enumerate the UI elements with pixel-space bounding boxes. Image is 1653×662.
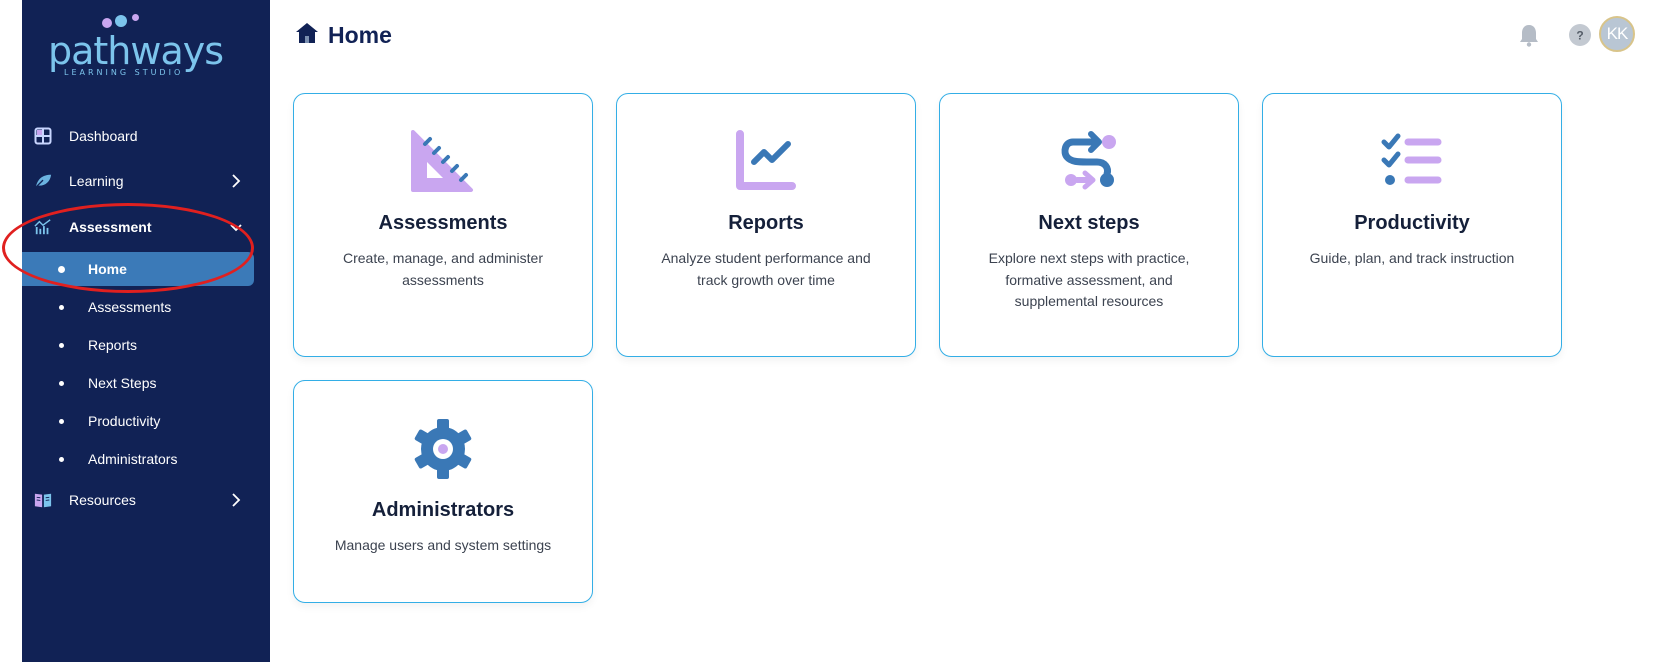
sidebar: pathways LEARNING STUDIO Dashboard Learn… — [22, 0, 270, 662]
logo-wordmark: pathways — [48, 29, 224, 73]
bullet-icon — [58, 265, 65, 273]
chart-icon — [34, 218, 52, 236]
sidebar-subitem-productivity[interactable]: Productivity — [22, 405, 270, 437]
bullet-icon — [59, 380, 64, 386]
sidebar-subitem-administrators[interactable]: Administrators — [22, 443, 270, 475]
notification-bell-icon[interactable] — [1517, 22, 1541, 48]
sidebar-item-dashboard[interactable]: Dashboard — [22, 119, 270, 153]
line-chart-icon — [734, 130, 798, 194]
header-actions: ? KK — [1413, 16, 1653, 56]
sidebar-subitem-label: Home — [88, 261, 127, 277]
route-icon — [1057, 130, 1121, 194]
help-icon[interactable]: ? — [1568, 23, 1592, 47]
sidebar-item-learning[interactable]: Learning — [22, 164, 270, 198]
logo-dot — [102, 18, 112, 28]
bullet-icon — [59, 342, 64, 348]
card-description: Create, manage, and administer assessmen… — [343, 250, 543, 288]
sidebar-subitem-label: Assessments — [88, 299, 172, 315]
gear-icon — [411, 417, 475, 481]
card-title: Assessments — [378, 212, 508, 234]
sidebar-item-label: Resources — [69, 492, 136, 508]
sidebar-subitem-home[interactable]: Home — [22, 252, 254, 286]
sidebar-subitem-label: Productivity — [88, 413, 161, 429]
sidebar-subitem-next-steps[interactable]: Next Steps — [22, 367, 270, 399]
card-administrators[interactable]: Administrators Manage users and system s… — [293, 380, 593, 603]
user-avatar[interactable]: KK — [1599, 16, 1635, 52]
card-title: Reports — [728, 212, 804, 234]
card-title: Next steps — [1038, 212, 1140, 234]
card-reports[interactable]: Reports Analyze student performance and … — [616, 93, 916, 357]
chevron-right-icon — [228, 173, 244, 189]
checklist-icon — [1380, 130, 1444, 194]
card-productivity[interactable]: Productivity Guide, plan, and track inst… — [1262, 93, 1562, 357]
sidebar-item-resources[interactable]: Resources — [22, 483, 270, 517]
card-assessments[interactable]: Assessments Create, manage, and administ… — [293, 93, 593, 357]
card-description: Manage users and system settings — [334, 537, 552, 553]
ruler-triangle-icon — [411, 130, 475, 194]
page-header: Home — [294, 18, 392, 52]
sidebar-subitem-reports[interactable]: Reports — [22, 329, 270, 361]
card-next-steps[interactable]: Next steps Explore next steps with pract… — [939, 93, 1239, 357]
sidebar-subitem-assessments[interactable]: Assessments — [22, 291, 270, 323]
logo-dot — [132, 14, 139, 21]
bullet-icon — [59, 456, 64, 462]
book-icon — [34, 491, 52, 509]
sidebar-item-label: Learning — [69, 173, 124, 189]
logo-dot — [115, 15, 127, 27]
bullet-icon — [59, 418, 64, 424]
bullet-icon — [59, 304, 64, 310]
sidebar-item-label: Assessment — [69, 219, 152, 235]
sidebar-subitem-label: Next Steps — [88, 375, 157, 391]
chevron-right-icon — [228, 492, 244, 508]
leaf-icon — [34, 172, 52, 190]
sidebar-item-label: Dashboard — [69, 128, 138, 144]
sidebar-item-assessment[interactable]: Assessment — [22, 210, 270, 244]
card-title: Administrators — [371, 499, 515, 521]
svg-text:?: ? — [1576, 29, 1583, 43]
card-description: Explore next steps with practice, format… — [988, 250, 1190, 309]
card-description: Guide, plan, and track instruction — [1309, 250, 1515, 266]
sidebar-subitem-label: Administrators — [88, 451, 178, 467]
chevron-down-icon — [228, 219, 244, 235]
page-title: Home — [328, 21, 392, 48]
logo-tagline: LEARNING STUDIO — [64, 68, 184, 77]
home-icon — [294, 21, 320, 50]
pathways-logo[interactable]: pathways LEARNING STUDIO — [48, 12, 228, 82]
sidebar-subitem-label: Reports — [88, 337, 138, 353]
dashboard-icon — [34, 127, 52, 145]
card-description: Analyze student performance and track gr… — [661, 250, 871, 288]
card-title: Productivity — [1354, 212, 1470, 234]
